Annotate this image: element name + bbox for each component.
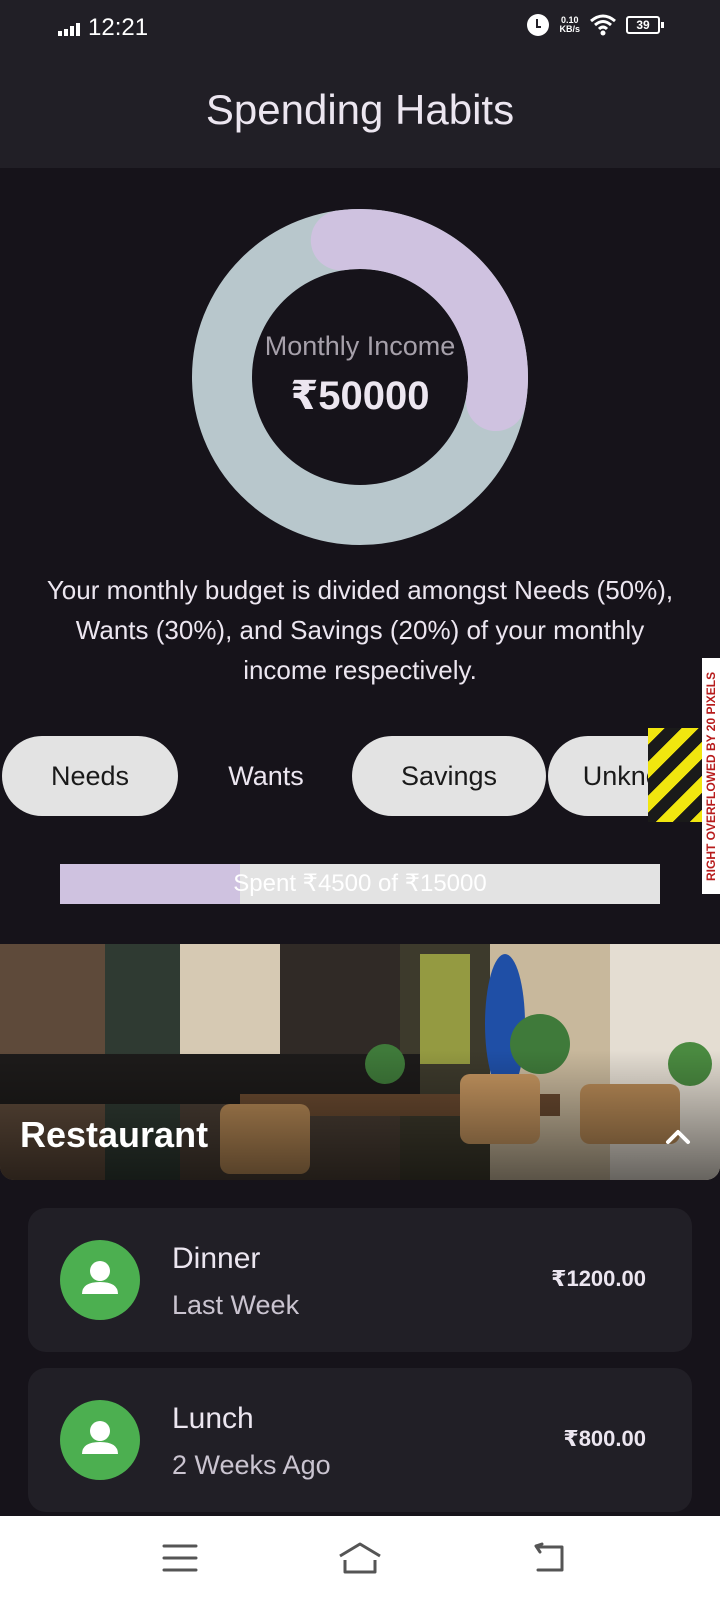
transaction-item[interactable]: Dinner Last Week ₹1200.00 — [28, 1208, 692, 1352]
chevron-up-icon[interactable] — [664, 1122, 692, 1150]
person-avatar — [60, 1400, 140, 1480]
donut-label: Monthly Income — [264, 331, 456, 361]
person-avatar — [60, 1240, 140, 1320]
income-donut-chart: Monthly Income ₹50000 — [190, 207, 530, 547]
progress-label: Spent ₹4500 of ₹15000 — [233, 870, 487, 897]
transaction-amount: ₹1200.00 — [551, 1266, 646, 1291]
chip-needs[interactable]: Needs — [2, 736, 178, 816]
budget-progress-bar: Spent ₹4500 of ₹15000 — [60, 864, 660, 904]
wifi-icon — [590, 14, 616, 36]
transaction-item[interactable]: Lunch 2 Weeks Ago ₹800.00 — [28, 1368, 692, 1512]
donut-value: ₹50000 — [290, 374, 430, 418]
category-header-restaurant[interactable]: Restaurant — [0, 944, 720, 1180]
battery-icon: 39 — [626, 16, 664, 34]
category-chips: Needs Wants Savings Unknown — [0, 736, 720, 816]
home-icon[interactable] — [336, 1538, 384, 1578]
transaction-time: 2 Weeks Ago — [172, 1450, 331, 1480]
person-icon — [82, 1261, 118, 1294]
status-bar: 12:21 0.10 KB/s 39 — [0, 0, 720, 56]
transaction-name: Dinner — [172, 1242, 261, 1275]
overflow-warning-text: RIGHT OVERFLOWED BY 20 PIXELS — [702, 658, 720, 894]
category-title: Restaurant — [20, 1114, 209, 1155]
person-icon — [82, 1421, 118, 1454]
network-speed: 0.10 KB/s — [559, 15, 580, 34]
chip-wants[interactable]: Wants — [178, 736, 354, 816]
back-icon[interactable] — [530, 1538, 570, 1578]
menu-icon[interactable] — [160, 1538, 200, 1578]
alarm-icon — [527, 14, 550, 36]
page-title: Spending Habits — [205, 86, 515, 133]
status-time: 12:21 — [88, 14, 149, 41]
transaction-amount: ₹800.00 — [563, 1426, 646, 1451]
budget-description: Your monthly budget is divided amongst N… — [46, 575, 674, 685]
chip-savings[interactable]: Savings — [352, 736, 546, 816]
signal-icon — [58, 22, 82, 36]
overflow-warning-stripes — [648, 728, 702, 822]
transaction-time: Last Week — [172, 1290, 300, 1320]
system-nav-bar — [0, 1516, 720, 1600]
transaction-name: Lunch — [172, 1402, 254, 1435]
app-bar: Spending Habits — [0, 56, 720, 168]
